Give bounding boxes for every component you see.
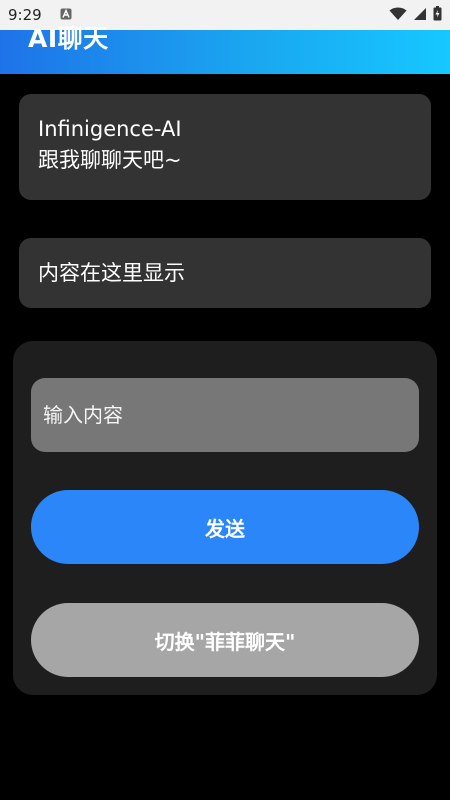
screen: 9:29 AI聊天 Infinigence-AI 跟我聊聊天吧~ 内容在这里显示… xyxy=(0,0,450,800)
greeting-card: Infinigence-AI 跟我聊聊天吧~ xyxy=(19,94,431,200)
status-time: 9:29 xyxy=(8,6,42,24)
wifi-icon xyxy=(389,7,407,20)
input-panel: 发送 切换"菲菲聊天" xyxy=(13,341,437,695)
status-icons xyxy=(389,6,442,21)
response-text: 内容在这里显示 xyxy=(38,261,185,285)
greeting-line-2: 跟我聊聊天吧~ xyxy=(38,148,182,172)
greeting-line-1: Infinigence-AI xyxy=(38,117,182,141)
battery-icon xyxy=(433,6,442,21)
send-button[interactable]: 发送 xyxy=(31,490,419,564)
switch-chat-button[interactable]: 切换"菲菲聊天" xyxy=(31,603,419,677)
response-card: 内容在这里显示 xyxy=(19,238,431,308)
header: 9:29 AI聊天 xyxy=(0,0,450,74)
page-title: AI聊天 xyxy=(28,24,109,53)
message-input[interactable] xyxy=(31,378,419,452)
notification-a-icon xyxy=(60,8,72,20)
signal-icon xyxy=(414,7,426,20)
